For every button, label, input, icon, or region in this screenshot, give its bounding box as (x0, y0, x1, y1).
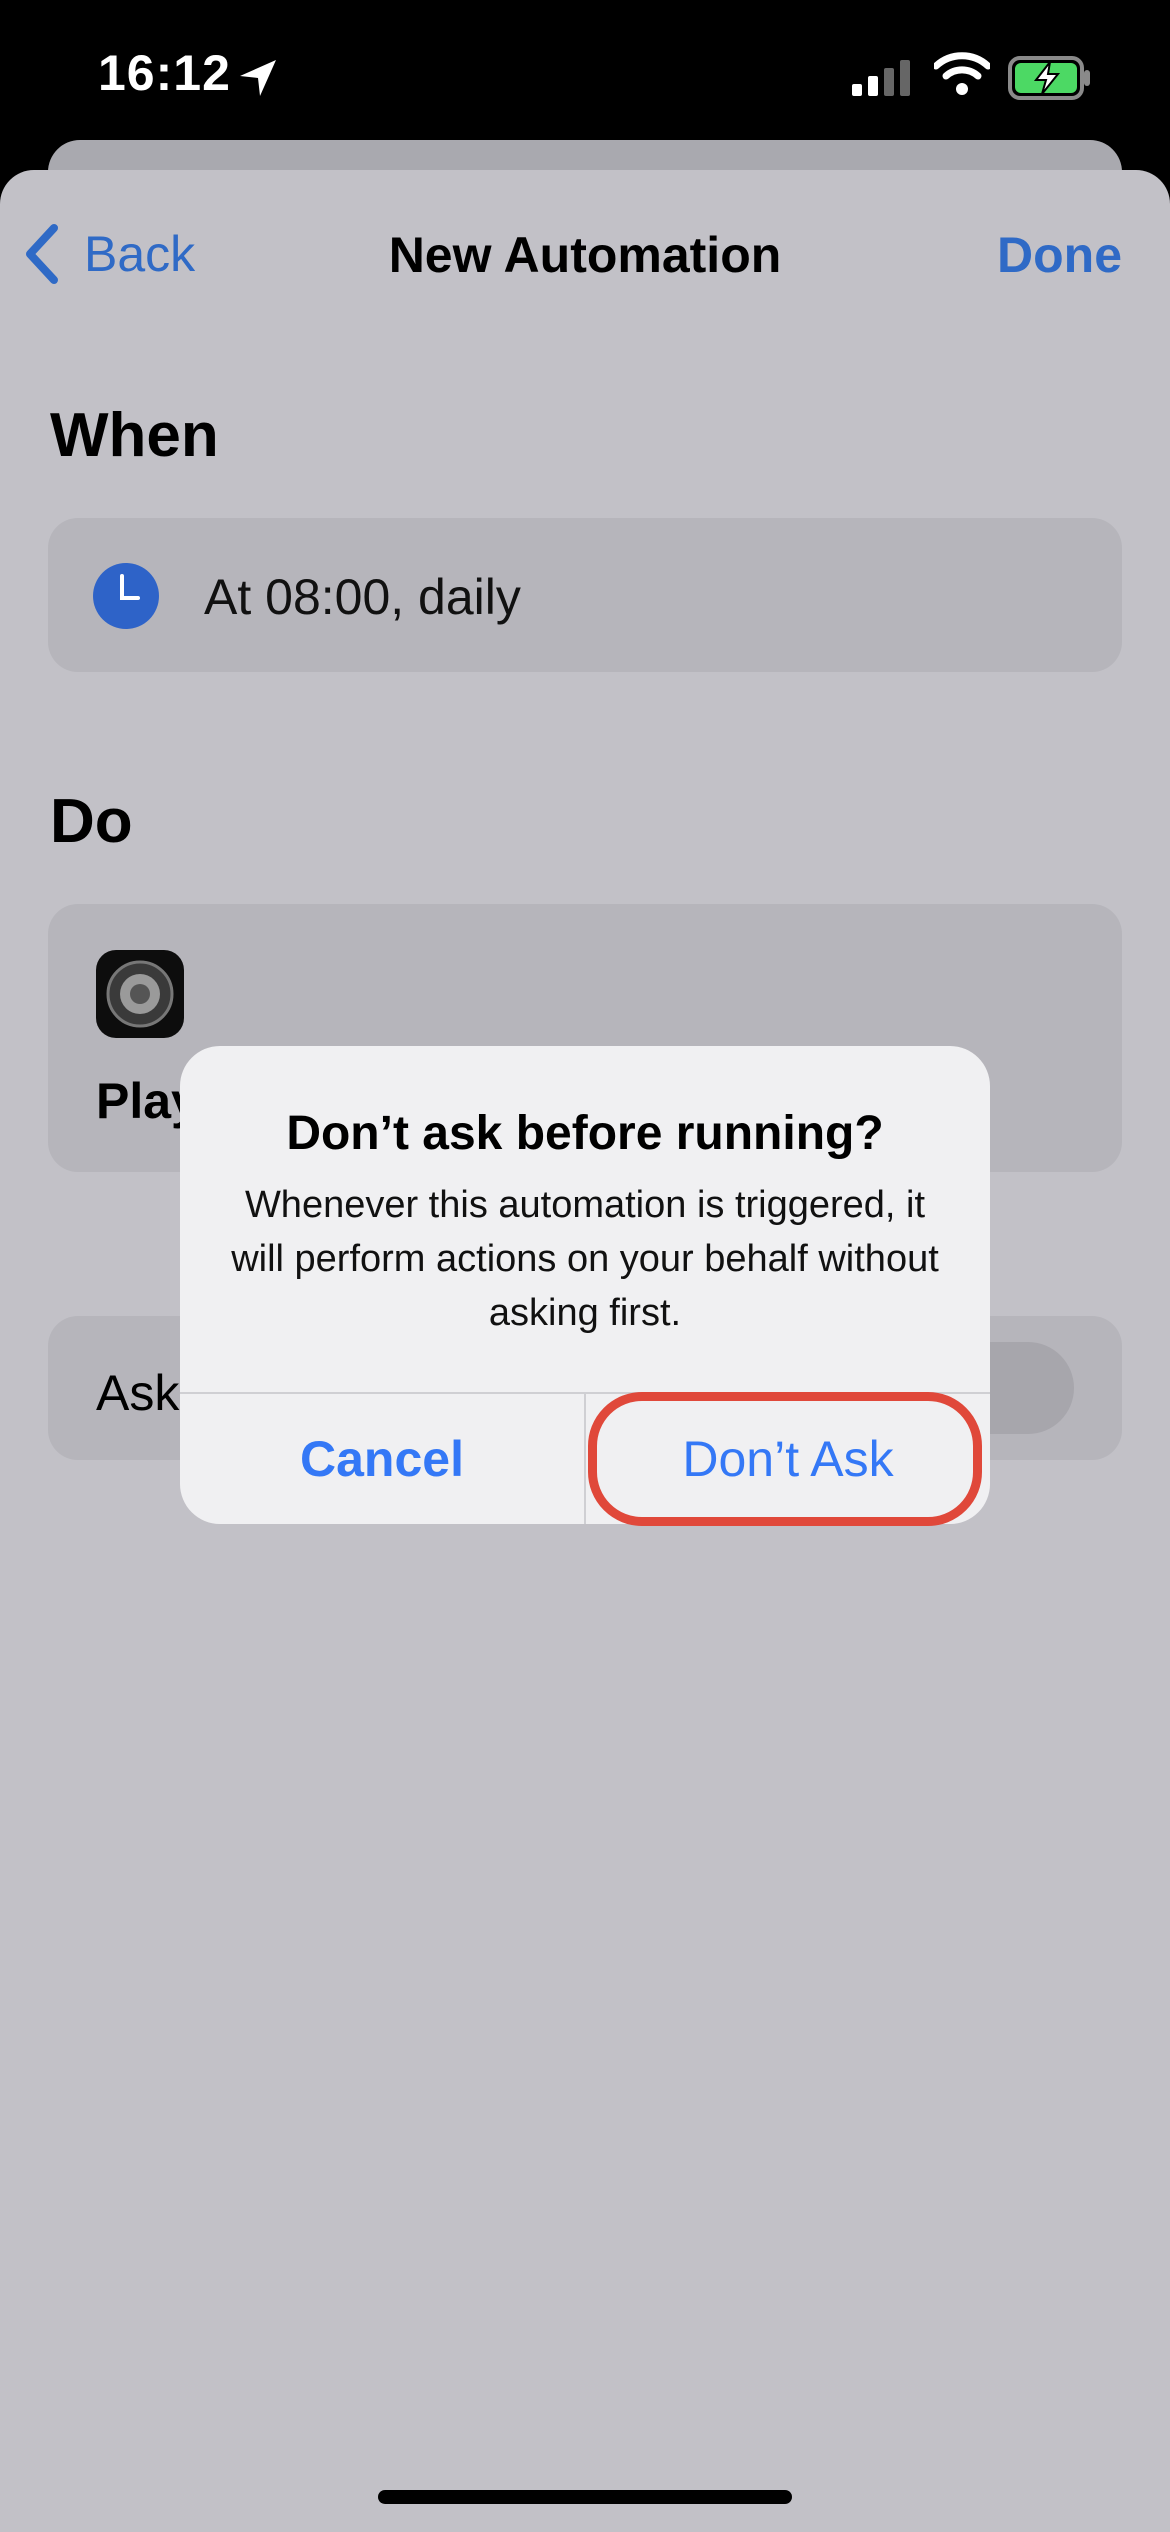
cellular-signal-icon (852, 60, 910, 96)
home-indicator[interactable] (378, 2490, 792, 2504)
trigger-card[interactable]: At 08:00, daily (48, 518, 1122, 672)
clock-icon (93, 563, 159, 629)
cancel-button[interactable]: Cancel (180, 1394, 584, 1524)
highlight-annotation (588, 1392, 982, 1526)
do-heading: Do (50, 787, 133, 856)
ask-before-running-label: Ask (96, 1365, 180, 1421)
alert-title: Don’t ask before running? (286, 1107, 884, 1160)
speaker-icon (96, 950, 184, 1038)
status-time: 16:12 (98, 45, 231, 101)
status-bar: 16:12 (0, 0, 1170, 150)
trigger-label: At 08:00, daily (204, 569, 521, 625)
when-heading: When (50, 401, 219, 470)
location-arrow-icon (240, 60, 276, 96)
battery-charging-icon (1008, 56, 1090, 100)
done-button[interactable]: Done (997, 226, 1122, 284)
page-title: New Automation (388, 227, 782, 283)
wifi-icon (934, 52, 990, 95)
alert-message: Whenever this automation is triggered, i… (231, 1184, 939, 1334)
